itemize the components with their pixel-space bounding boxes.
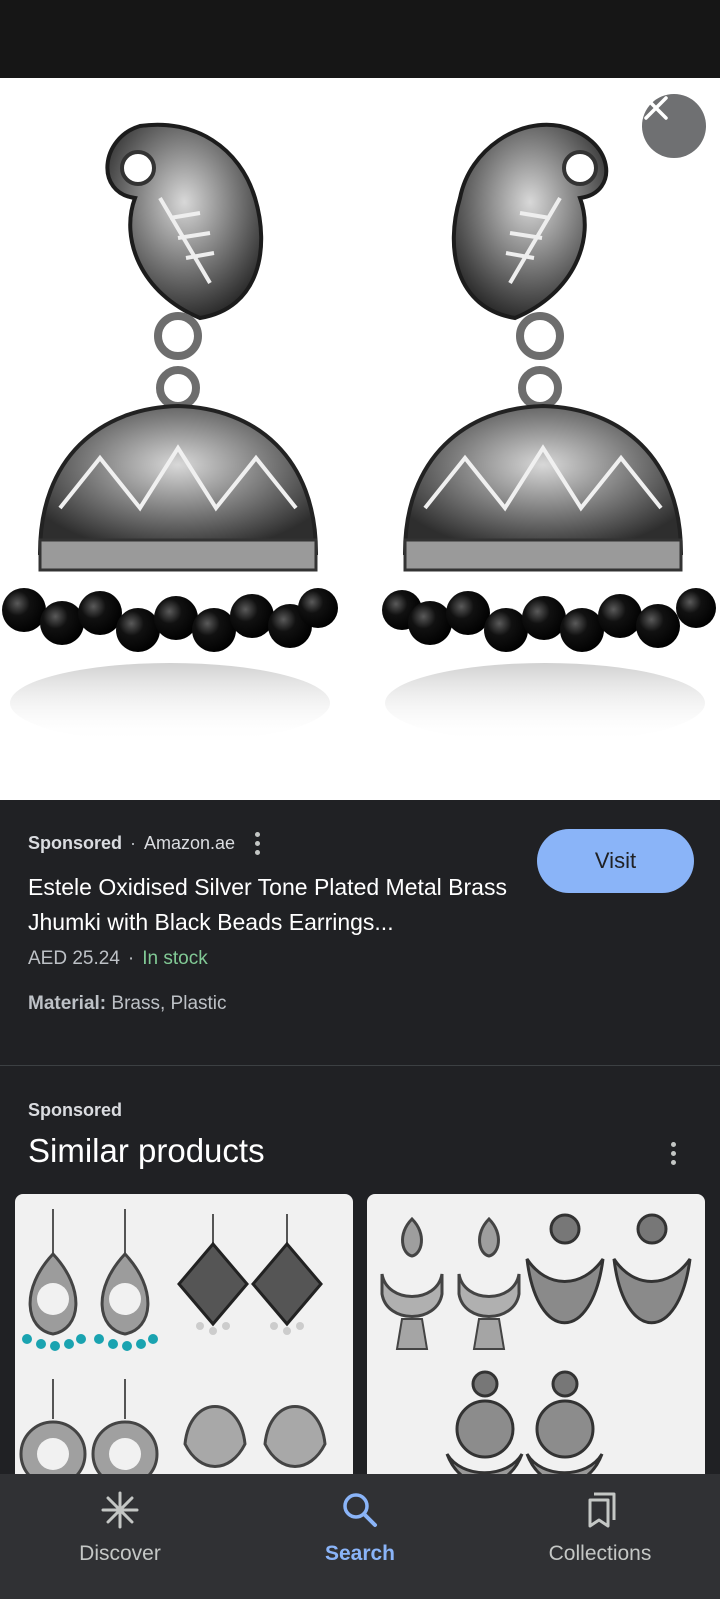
earrings-thumbnail <box>19 1209 327 1474</box>
product-title[interactable]: Estele Oxidised Silver Tone Plated Metal… <box>28 870 518 940</box>
left-earring <box>2 122 338 743</box>
visit-button[interactable]: Visit <box>537 829 694 893</box>
more-options-icon[interactable] <box>249 830 266 857</box>
product-info-panel: Sponsored · Amazon.ae Estele Oxidised Si… <box>0 800 720 1065</box>
material-label: Material: <box>28 993 107 1014</box>
asterisk-icon <box>98 1490 142 1530</box>
product-price: AED 25.24 <box>28 948 120 969</box>
jhumki-earrings-image <box>2 122 716 743</box>
right-earring <box>382 122 716 743</box>
price-row: AED 25.24 · In stock <box>28 948 208 970</box>
stock-status: In stock <box>142 948 208 969</box>
sponsored-label: Sponsored <box>28 833 123 853</box>
collections-icon <box>578 1490 622 1530</box>
close-icon <box>644 96 668 120</box>
product-meta-row: Sponsored · Amazon.ae <box>28 830 266 857</box>
nav-item-collections[interactable]: Collections <box>480 1474 720 1599</box>
material-value: Brass, Plastic <box>106 993 227 1014</box>
separator-dot: · <box>127 948 135 969</box>
bottom-navigation: Discover Search Collections <box>0 1474 720 1599</box>
merchant-name[interactable]: Amazon.ae <box>144 833 235 854</box>
nav-label-discover: Discover <box>79 1542 161 1565</box>
nav-label-collections: Collections <box>548 1542 652 1565</box>
nav-label-search: Search <box>324 1542 396 1565</box>
search-icon <box>338 1490 382 1530</box>
earrings-thumbnail <box>380 1213 692 1474</box>
similar-products-title: Similar products <box>28 1132 265 1169</box>
similar-sponsored-label: Sponsored <box>28 1100 123 1120</box>
close-button[interactable] <box>642 94 706 158</box>
status-bar <box>0 0 720 78</box>
separator-dot: · <box>130 833 137 853</box>
similar-more-options-icon[interactable] <box>671 1142 676 1165</box>
nav-item-discover[interactable]: Discover <box>0 1474 240 1599</box>
similar-products-section: Sponsored Similar products <box>0 1066 720 1474</box>
nav-item-search[interactable]: Search <box>240 1474 480 1599</box>
similar-product-card[interactable] <box>367 1194 705 1474</box>
similar-product-card[interactable] <box>15 1194 353 1474</box>
product-image <box>0 78 720 800</box>
material-row: Material: Brass, Plastic <box>28 993 227 1015</box>
